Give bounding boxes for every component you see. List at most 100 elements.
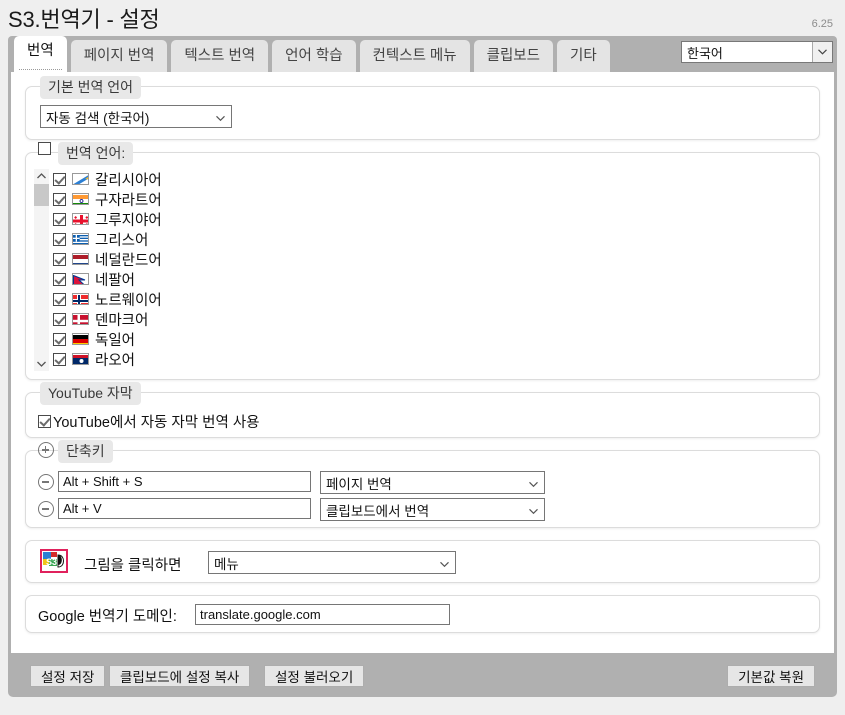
image-click-group: S3 그림을 클릭하면 메뉴 [25,540,820,583]
youtube-subtitles-group: YouTube 자막 YouTube에서 자동 자막 번역 사용 [25,382,820,438]
language-checkbox[interactable] [53,232,66,246]
shortcut-action-select[interactable]: 클립보드에서 번역 [320,498,545,521]
tab-language-learning[interactable]: 언어 학습 [272,40,356,72]
chevron-down-icon[interactable] [812,42,832,62]
chevron-down-icon [440,555,449,570]
google-domain-input[interactable]: translate.google.com [195,604,450,625]
list-item[interactable]: 네덜란드어 [53,249,811,269]
list-item[interactable]: 네팔어 [53,269,811,289]
ui-language-select[interactable]: 한국어 [681,41,833,63]
tab-context-menu[interactable]: 컨텍스트 메뉴 [359,40,470,72]
translation-languages-group: 번역 언어: 갈리시아어 구자라트어 그루지야어 그리스어 네덜란드어 네팔어 … [25,142,820,380]
minus-circle-icon[interactable] [38,474,54,490]
tab-label: 언어 학습 [285,48,343,64]
language-checkbox[interactable] [53,292,66,306]
list-item[interactable]: 구자라트어 [53,189,811,209]
language-checkbox[interactable] [53,212,66,226]
flag-galicia-icon [72,173,89,185]
list-item[interactable]: 노르웨이어 [53,289,811,309]
tab-translation[interactable]: 번역 [14,36,67,72]
tab-label: 번역 [27,43,54,59]
language-checkbox[interactable] [53,252,66,266]
footer-bar: 설정 저장 클립보드에 설정 복사 설정 불러오기 기본값 복원 [8,653,837,697]
youtube-auto-subtitle-label: YouTube에서 자동 자막 번역 사용 [53,415,260,431]
language-label: 독일어 [95,332,136,349]
translation-languages-enable-checkbox[interactable] [38,142,51,155]
flag-netherlands-icon [72,253,89,265]
tab-label: 기타 [570,48,597,64]
settings-window: S3.번역기 - 설정 6.25 번역 페이지 번역 텍스트 번역 언어 학습 … [0,0,845,715]
language-checkbox[interactable] [53,192,66,206]
default-language-value: 자동 검색 (한국어) [46,110,150,126]
shortcut-action-value: 페이지 번역 [326,476,392,492]
s3-translator-icon[interactable]: S3 [40,549,68,573]
flag-denmark-icon [72,313,89,325]
load-settings-button[interactable]: 설정 불러오기 [264,665,365,687]
flag-georgia-icon [72,213,89,225]
chevron-down-icon [529,475,538,490]
youtube-auto-subtitle-row[interactable]: YouTube에서 자동 자막 번역 사용 [38,411,260,432]
ui-language-value: 한국어 [687,45,723,61]
list-item[interactable]: 그리스어 [53,229,811,249]
page-title: S3.번역기 - 설정 [8,7,160,32]
language-label: 덴마크어 [95,312,149,329]
google-domain-label: Google 번역기 도메인: [38,609,177,625]
chevron-up-icon[interactable] [34,169,49,183]
tab-text-translation[interactable]: 텍스트 번역 [171,40,269,72]
language-checkbox[interactable] [53,352,66,366]
tab-page-translation[interactable]: 페이지 번역 [70,40,168,72]
shortcut-row: Alt + V 클립보드에서 번역 [26,498,819,521]
group-title: YouTube 자막 [40,382,141,405]
tab-label: 텍스트 번역 [184,48,256,64]
language-list-scrollbar[interactable] [34,169,49,371]
language-label: 노르웨이어 [95,292,162,309]
chevron-down-icon[interactable] [34,357,49,371]
scrollbar-thumb[interactable] [34,184,49,206]
list-item[interactable]: 갈리시아어 [53,169,811,189]
shortcut-action-select[interactable]: 페이지 번역 [320,471,545,494]
image-click-action-value: 메뉴 [214,556,239,572]
list-item[interactable]: 그루지야어 [53,209,811,229]
image-click-action-select[interactable]: 메뉴 [208,551,456,574]
copy-settings-button[interactable]: 클립보드에 설정 복사 [109,665,251,687]
language-label: 네덜란드어 [95,252,162,269]
reset-defaults-button[interactable]: 기본값 복원 [727,665,815,687]
minus-circle-icon[interactable] [38,501,54,517]
tab-clipboard[interactable]: 클립보드 [473,40,553,72]
group-title: 번역 언어: [58,142,134,165]
language-label: 네팔어 [95,272,136,289]
language-checkbox[interactable] [53,332,66,346]
language-rows: 갈리시아어 구자라트어 그루지야어 그리스어 네덜란드어 네팔어 노르웨이어 덴… [53,169,811,369]
shortcut-row: Alt + Shift + S 페이지 번역 [26,471,819,494]
shortcut-key-input[interactable]: Alt + V [58,498,311,519]
language-list: 갈리시아어 구자라트어 그루지야어 그리스어 네덜란드어 네팔어 노르웨이어 덴… [34,169,811,371]
save-settings-button[interactable]: 설정 저장 [30,665,106,687]
plus-circle-icon[interactable] [38,442,54,458]
tab-other[interactable]: 기타 [557,40,610,72]
language-label: 라오어 [95,352,136,369]
shortcut-key-value: Alt + V [63,501,102,516]
default-language-select[interactable]: 자동 검색 (한국어) [40,105,232,128]
language-checkbox[interactable] [53,272,66,286]
tab-label: 클립보드 [486,48,540,64]
list-item[interactable]: 라오어 [53,349,811,369]
language-checkbox[interactable] [53,312,66,326]
shortcut-action-value: 클립보드에서 번역 [326,503,430,519]
group-title: 기본 번역 언어 [40,76,142,99]
youtube-auto-subtitle-checkbox[interactable] [38,415,51,428]
chevron-down-icon [529,502,538,517]
shortcut-key-value: Alt + Shift + S [63,474,143,489]
tab-focus-outline [19,69,62,70]
shortcuts-group: 단축키 Alt + Shift + S 페이지 번역 Alt + V 클립보드에… [25,440,820,528]
list-item[interactable]: 덴마크어 [53,309,811,329]
svg-text:S3: S3 [46,557,57,567]
shortcut-key-input[interactable]: Alt + Shift + S [58,471,311,492]
tab-label: 페이지 번역 [83,48,155,64]
flag-laos-icon [72,353,89,365]
list-item[interactable]: 독일어 [53,329,811,349]
group-title: 단축키 [58,440,113,463]
flag-nepal-icon [72,273,89,285]
chevron-down-icon [216,109,225,124]
language-checkbox[interactable] [53,172,66,186]
default-language-group: 기본 번역 언어 자동 검색 (한국어) [25,76,820,140]
